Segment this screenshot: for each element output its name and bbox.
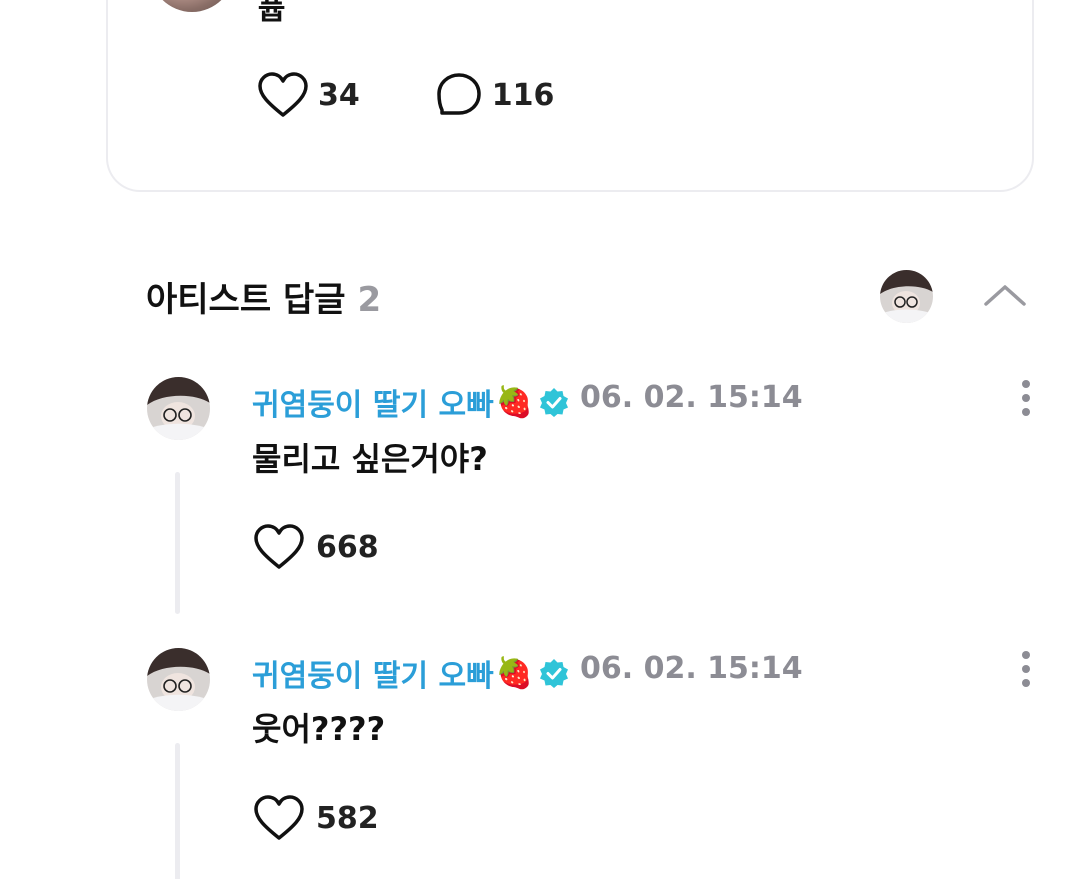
artist-replies-count: 2 (357, 280, 382, 320)
reply-avatar-image (147, 648, 210, 711)
reply-author-label: 귀염둥이 딸기 오빠 (252, 659, 494, 694)
reply-text: 웃어???? (252, 710, 386, 748)
strawberry-emoji: 🍓 (495, 655, 534, 691)
reply-like-button[interactable]: 582 (254, 795, 379, 841)
post-comment-button[interactable]: 116 (436, 72, 555, 118)
reply-more-button[interactable] (1016, 649, 1036, 689)
artist-replies-view: 퓹 34 116 아티스트 답글 2 귀염둥이 딸기 오빠 🍓 06. 02. … (0, 0, 1080, 879)
collapse-button[interactable] (982, 278, 1028, 314)
reply-date: 06. 02. 15:14 (580, 651, 803, 686)
artist-replies-header: 아티스트 답글 2 (146, 272, 381, 321)
reply-like-count: 582 (316, 800, 379, 836)
more-vertical-icon (1022, 651, 1030, 687)
post-actions: 34 116 (258, 72, 630, 118)
reply-author-label: 귀염둥이 딸기 오빠 (252, 388, 494, 423)
reply-more-button[interactable] (1016, 378, 1036, 418)
heart-outline-icon (258, 72, 308, 117)
thread-line (175, 743, 180, 879)
post-like-button[interactable]: 34 (258, 72, 360, 118)
post-comment-count: 116 (491, 77, 555, 113)
post-like-count: 34 (318, 77, 360, 113)
thread-line (175, 472, 180, 614)
reply-text: 물리고 싶은거야? (252, 440, 488, 478)
reply-date: 06. 02. 15:14 (580, 380, 803, 415)
artist-avatar[interactable] (880, 270, 933, 323)
reply-author-name[interactable]: 귀염둥이 딸기 오빠 🍓 (252, 651, 569, 695)
heart-outline-icon (254, 524, 304, 569)
verified-check-icon (540, 388, 569, 417)
reply-like-count: 668 (316, 529, 379, 565)
heart-outline-icon (254, 795, 304, 840)
reply-avatar-image (147, 377, 210, 440)
verified-check-icon (540, 659, 569, 688)
post-author-avatar[interactable] (150, 0, 234, 12)
reply-like-button[interactable]: 668 (254, 524, 379, 570)
speech-bubble-icon (437, 73, 481, 115)
post-text: 퓹 (258, 0, 286, 27)
reply-author-avatar[interactable] (147, 377, 210, 440)
chevron-up-icon (984, 285, 1026, 306)
reply-author-avatar[interactable] (147, 648, 210, 711)
artist-replies-title: 아티스트 답글 (146, 280, 346, 320)
more-vertical-icon (1022, 380, 1030, 416)
post-card: 퓹 34 116 (106, 0, 1034, 192)
reply-author-name[interactable]: 귀염둥이 딸기 오빠 🍓 (252, 380, 569, 424)
artist-avatar-image (880, 270, 933, 323)
strawberry-emoji: 🍓 (495, 384, 534, 420)
